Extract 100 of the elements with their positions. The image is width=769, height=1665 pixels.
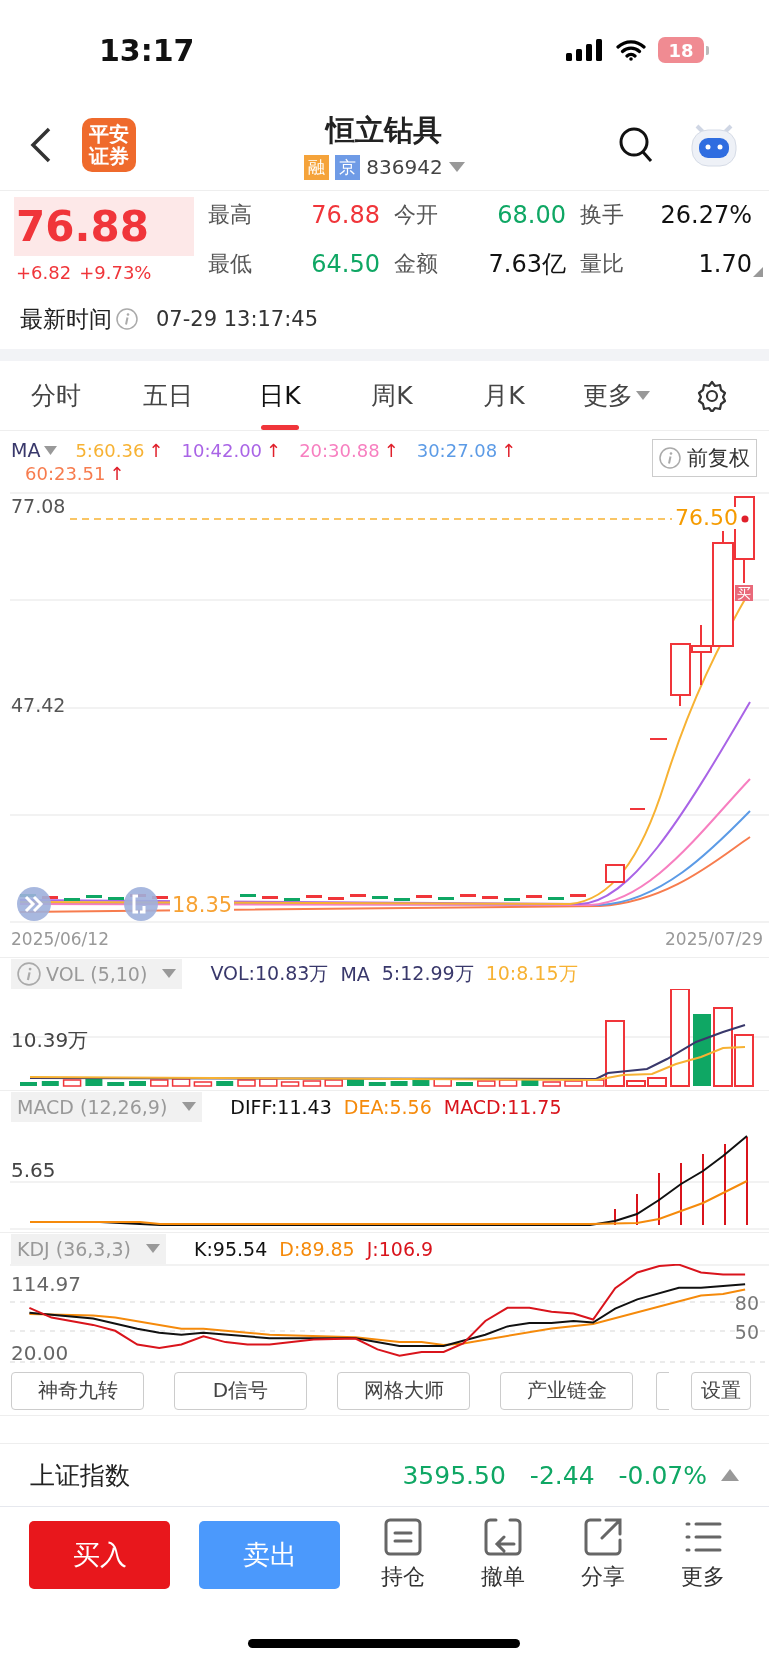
ma-value: 30:27.08 <box>416 439 498 461</box>
volume-bar <box>477 1080 496 1087</box>
candlestick <box>108 897 124 900</box>
indicator-value: MACD:11.75 <box>443 1095 562 1118</box>
action-button[interactable]: 撤单 <box>453 1518 553 1592</box>
ma-value: 60:23.51 <box>25 463 106 484</box>
volume-bar <box>347 1079 364 1086</box>
indicator-value: MA <box>340 962 370 985</box>
volume-bar <box>368 1082 386 1086</box>
last-price: 76.88 <box>14 197 194 256</box>
settings-icon[interactable] <box>696 379 728 412</box>
info-icon[interactable] <box>116 308 138 330</box>
index-percent: -0.07% <box>618 1460 707 1490</box>
expand-corner-icon[interactable] <box>753 267 763 277</box>
candlestick <box>350 894 366 897</box>
price-dot <box>741 515 749 523</box>
expand-icon[interactable] <box>721 1469 739 1481</box>
indicator-value: DIFF:11.43 <box>230 1095 332 1118</box>
index-name[interactable]: 上证指数 <box>30 1458 403 1492</box>
action-button[interactable]: 持仓 <box>353 1518 453 1592</box>
chart-tab[interactable]: 分时 <box>0 361 112 430</box>
chart-tab[interactable]: 周K <box>336 361 448 430</box>
market-tag: 融 <box>304 154 330 180</box>
chart-tab[interactable]: 月K <box>448 361 560 430</box>
candlestick <box>306 895 322 898</box>
search-icon[interactable] <box>619 127 653 163</box>
stat-value: 7.63亿 <box>488 249 566 280</box>
adjust-button[interactable]: 前复权 <box>652 439 757 477</box>
indicator-value: 10:8.15万 <box>485 960 578 986</box>
stat-value: 68.00 <box>497 201 566 229</box>
caret-icon <box>182 1102 197 1111</box>
volume-bar <box>259 1078 278 1087</box>
market-tag: 京 <box>335 154 361 180</box>
tool-button[interactable]: 产业链金 <box>500 1371 633 1410</box>
index-value: 3595.50 <box>402 1460 506 1490</box>
percent-change: +9.73% <box>79 262 152 283</box>
candlestick <box>629 808 646 810</box>
candlestick <box>460 894 476 897</box>
candlestick <box>416 895 432 898</box>
time-label: 最新时间 <box>20 304 112 334</box>
stat-label: 最低 <box>208 250 252 278</box>
volume-bar <box>129 1081 146 1086</box>
trend-arrow: ↑ <box>148 439 164 461</box>
volume-bar <box>107 1082 125 1086</box>
candlestick <box>482 896 498 899</box>
chart-tab[interactable]: 日K <box>224 361 336 430</box>
settings-button[interactable]: 设置 <box>691 1371 751 1410</box>
volume-bar <box>542 1081 561 1087</box>
price-change: +6.82 <box>16 262 72 283</box>
volume-bar <box>521 1079 539 1086</box>
indicator-value: K:95.54 <box>194 1237 268 1260</box>
price-line-label: 76.50 <box>675 507 738 529</box>
bracket-icon[interactable] <box>124 887 158 921</box>
volume-bar <box>302 1080 322 1087</box>
status-time: 13:17 <box>99 32 195 68</box>
candlestick <box>504 898 520 901</box>
caret-icon <box>162 969 177 978</box>
tool-button[interactable]: 神奇九转 <box>11 1371 144 1410</box>
chart-tab[interactable]: 更多 <box>560 361 672 430</box>
ma-label: MA <box>11 439 41 461</box>
chart-tab[interactable]: 五日 <box>112 361 224 430</box>
return-arrow-icon <box>484 1518 522 1556</box>
fast-forward-icon[interactable] <box>17 887 51 921</box>
signal-icon <box>566 39 604 61</box>
back-icon[interactable] <box>30 127 52 163</box>
axis-label: 5.65 <box>11 1160 56 1180</box>
volume-bar <box>693 1014 711 1086</box>
robot-icon[interactable] <box>689 122 739 168</box>
index-change: -2.44 <box>529 1460 595 1490</box>
buy-button[interactable]: 买入 <box>29 1521 170 1589</box>
caret-icon[interactable] <box>448 162 465 172</box>
stat-label: 量比 <box>580 250 624 278</box>
volume-bar <box>150 1079 169 1087</box>
trend-arrow: ↑ <box>501 439 517 461</box>
candlestick <box>438 897 454 900</box>
volume-bar <box>193 1081 213 1087</box>
date-label: 2025/06/12 <box>11 929 109 949</box>
tool-button[interactable] <box>656 1371 669 1410</box>
volume-bar <box>41 1081 59 1086</box>
tool-button[interactable]: 网格大师 <box>337 1371 470 1410</box>
volume-bar <box>390 1081 408 1086</box>
candlestick <box>394 898 410 901</box>
axis-label: 20.00 <box>11 1343 69 1363</box>
action-button[interactable]: 分享 <box>553 1518 653 1592</box>
axis-label: 47.42 <box>11 696 66 715</box>
trend-arrow: ↑ <box>109 463 125 484</box>
share-icon <box>584 1518 622 1556</box>
caret-icon[interactable] <box>44 445 58 455</box>
stat-label: 金额 <box>394 250 438 278</box>
stock-code: 836942 <box>366 155 443 179</box>
volume-bar <box>647 1077 667 1087</box>
ma-value: 5:60.36 <box>75 439 145 461</box>
tool-button[interactable]: D信号 <box>174 1371 307 1410</box>
action-button[interactable]: 更多 <box>653 1518 753 1592</box>
buy-signal-tag: 买 <box>735 585 753 601</box>
volume-bar <box>324 1079 343 1087</box>
stat-value: 1.70 <box>698 250 752 278</box>
candlestick <box>262 896 278 899</box>
ma-value: 10:42.00 <box>181 439 263 461</box>
battery-icon: 18 <box>658 37 704 63</box>
